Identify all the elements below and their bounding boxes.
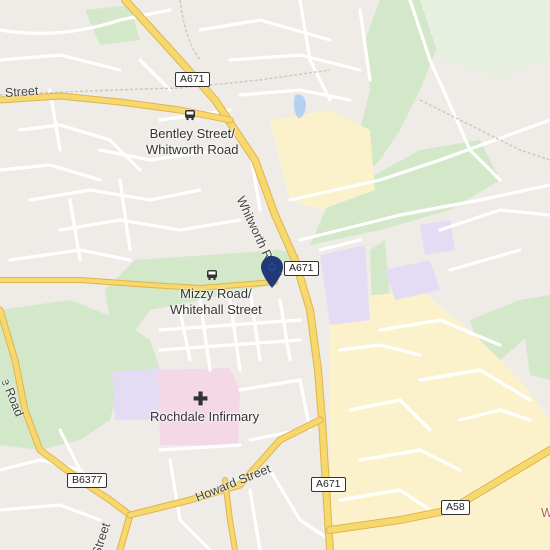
- location-pin-icon[interactable]: [261, 256, 283, 288]
- map-view[interactable]: Street Whitworth Road Howard Street Fali…: [0, 0, 550, 550]
- poi-label-infirmary[interactable]: Rochdale Infirmary: [150, 409, 259, 425]
- road-shield-a671: A671: [175, 72, 210, 87]
- bus-stop-line-2: Whitworth Road: [146, 142, 239, 157]
- road-shield-a671: A671: [284, 261, 319, 276]
- road-shield-a671: A671: [311, 477, 346, 492]
- bus-stop-line-2: Whitehall Street: [170, 302, 262, 317]
- bus-stop-label-mizzy[interactable]: Mizzy Road/ Whitehall Street: [170, 286, 262, 318]
- road-label-street-top: Street: [4, 83, 39, 100]
- bus-icon[interactable]: [206, 269, 218, 281]
- hospital-cross-icon[interactable]: ✚: [193, 389, 208, 410]
- bus-icon[interactable]: [184, 109, 196, 121]
- road-shield-b6377: B6377: [67, 473, 108, 488]
- road-shield-a58: A58: [441, 500, 470, 515]
- bus-stop-line-1: Mizzy Road/: [180, 286, 252, 301]
- road-label-edge-right: W: [541, 506, 550, 520]
- bus-stop-line-1: Bentley Street/: [149, 126, 235, 141]
- bus-stop-label-bentley[interactable]: Bentley Street/ Whitworth Road: [146, 126, 238, 158]
